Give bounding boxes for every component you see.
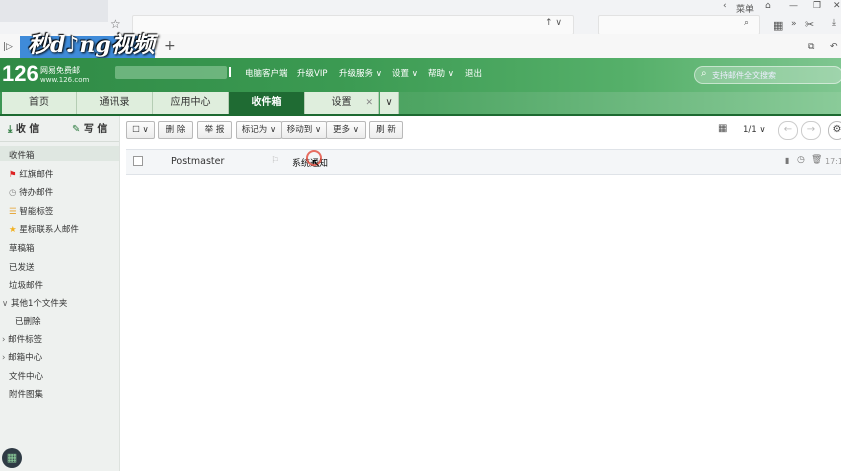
- tab-home[interactable]: 首页: [2, 92, 77, 114]
- logout-link[interactable]: 退出: [465, 67, 482, 79]
- tab-settings-label: 设置: [331, 97, 352, 108]
- sidebar-item-spam[interactable]: 垃圾邮件: [9, 279, 43, 291]
- mail-sender[interactable]: Postmaster: [171, 156, 224, 167]
- clock-icon[interactable]: ◷: [797, 155, 805, 165]
- screenshot-icon[interactable]: ⧉: [808, 42, 814, 52]
- back-arrow-icon[interactable]: ‹: [723, 1, 727, 11]
- settings-gear-icon[interactable]: ⚙: [828, 121, 841, 140]
- desktop-client-link[interactable]: 电脑客户端: [245, 67, 288, 79]
- report-button[interactable]: 举 报: [197, 121, 232, 139]
- new-tab-button[interactable]: +: [164, 38, 176, 54]
- sidebar-item-deleted[interactable]: 已删除: [15, 315, 41, 327]
- settings-menu[interactable]: 设置 ∨: [392, 67, 418, 79]
- tab-contacts[interactable]: 通讯录: [77, 92, 153, 114]
- table-row[interactable]: [126, 149, 841, 175]
- page-indicator[interactable]: 1/1 ∨: [743, 125, 766, 135]
- restore-icon[interactable]: ❐: [813, 1, 821, 11]
- download-icon[interactable]: ⤓: [832, 18, 836, 28]
- undo-icon[interactable]: ↶: [830, 42, 838, 52]
- upgrade-vip-link[interactable]: 升级VIP: [297, 67, 327, 79]
- tab-close-icon[interactable]: ✕: [365, 92, 373, 114]
- minimize-icon[interactable]: —: [789, 1, 798, 11]
- expand-chevron-icon: ∨: [2, 299, 9, 309]
- calendar-icon[interactable]: ▦: [718, 123, 727, 134]
- logo-name: 网易免费邮: [40, 66, 80, 75]
- next-page-button[interactable]: →: [801, 121, 821, 140]
- compose-icon: ✎: [72, 124, 81, 135]
- row-checkbox[interactable]: [133, 156, 143, 166]
- collapse-chevron-icon: ›: [2, 335, 6, 345]
- star-contact-icon: ★: [9, 225, 17, 235]
- trash-icon[interactable]: 🗑: [811, 155, 822, 165]
- sidebar-item-star-contacts[interactable]: ★ 星标联系人邮件: [9, 223, 79, 235]
- sidebar-toggle-icon[interactable]: |▷: [3, 42, 13, 52]
- tab-overflow-dropdown[interactable]: ∨: [380, 92, 399, 114]
- select-all-checkbox[interactable]: ☐ ∨: [126, 121, 155, 139]
- bookmark-icon[interactable]: ▮: [785, 156, 789, 165]
- logo-url: www.126.com: [40, 76, 90, 84]
- refresh-button[interactable]: 刷 新: [369, 121, 403, 139]
- sidebar-item-attachment-gallery[interactable]: 附件图集: [9, 388, 43, 400]
- sidebar-item-smart-tags[interactable]: ☰ 智能标签: [9, 205, 53, 217]
- sidebar-item-flagged[interactable]: ⚑ 红旗邮件: [9, 168, 53, 180]
- scissors-icon[interactable]: ✂: [805, 18, 814, 31]
- clock-icon: ◷: [9, 188, 17, 198]
- sidebar-divider: [0, 141, 119, 142]
- logo-number[interactable]: 126: [2, 61, 39, 87]
- upgrade-service-menu[interactable]: 升级服务 ∨: [339, 67, 382, 79]
- browser-search-box[interactable]: [598, 15, 760, 35]
- mark-as-dropdown[interactable]: 标记为 ∨: [236, 121, 282, 139]
- tab-inbox[interactable]: 收件箱: [229, 92, 305, 114]
- compose-mail-button[interactable]: ✎ 写 信: [72, 120, 107, 135]
- search-icon[interactable]: ⌕: [744, 18, 749, 28]
- red-flag-icon: ⚑: [9, 170, 17, 180]
- tags-icon: ☰: [9, 207, 17, 217]
- sidebar-item-mail-tags[interactable]: › 邮件标签: [2, 333, 42, 345]
- account-name-blurred: [115, 66, 227, 79]
- tab-app-center[interactable]: 应用中心: [153, 92, 229, 114]
- receive-icon: ⤓: [8, 124, 13, 135]
- prev-page-button[interactable]: ←: [778, 121, 798, 140]
- shirt-icon[interactable]: ⌂: [765, 1, 771, 11]
- move-to-dropdown[interactable]: 移动到 ∨: [281, 121, 327, 139]
- mail-search-icon: ⌕: [701, 68, 707, 79]
- more-chevron-icon[interactable]: »: [791, 19, 797, 29]
- address-bar[interactable]: [132, 15, 574, 35]
- mail-search-placeholder: 支持邮件全文搜索: [712, 71, 776, 80]
- app-launcher-icon[interactable]: ▦: [2, 448, 22, 468]
- sidebar-item-inbox[interactable]: 收件箱: [9, 149, 35, 161]
- sidebar-item-file-center[interactable]: 文件中心: [9, 370, 43, 382]
- delete-button[interactable]: 删 除: [158, 121, 193, 139]
- mail-time: 17:1: [825, 157, 841, 166]
- sidebar-item-other-folders[interactable]: ∨ 其他1个文件夹: [2, 297, 67, 309]
- collapse-chevron-icon: ›: [2, 353, 6, 363]
- flag-outline-icon[interactable]: ⚐: [271, 156, 279, 166]
- sidebar-item-drafts[interactable]: 草稿箱: [9, 242, 35, 254]
- mouse-pointer-icon: ↖: [311, 156, 322, 170]
- sidebar-item-mailbox-center[interactable]: › 邮箱中心: [2, 351, 42, 363]
- mail-search-box[interactable]: ⌕ 支持邮件全文搜索: [694, 66, 841, 84]
- header-separator: [229, 67, 231, 77]
- close-icon[interactable]: ✕: [833, 1, 841, 11]
- sidebar-item-todo[interactable]: ◷ 待办邮件: [9, 186, 53, 198]
- apps-grid-icon[interactable]: ▦: [773, 19, 783, 32]
- tab-settings[interactable]: 设置 ✕: [305, 92, 379, 114]
- help-menu[interactable]: 帮助 ∨: [428, 67, 454, 79]
- more-dropdown[interactable]: 更多 ∨: [326, 121, 366, 139]
- receive-mail-button[interactable]: ⤓ 收 信: [8, 120, 39, 135]
- video-watermark: 秒d♪ng视频: [28, 32, 155, 58]
- blurred-tab-thumbnail: [0, 0, 108, 22]
- address-dropdown-icon[interactable]: ↑ ∨: [545, 18, 562, 28]
- sidebar-item-sent[interactable]: 已发送: [9, 261, 35, 273]
- menu-label[interactable]: 菜单: [736, 2, 754, 15]
